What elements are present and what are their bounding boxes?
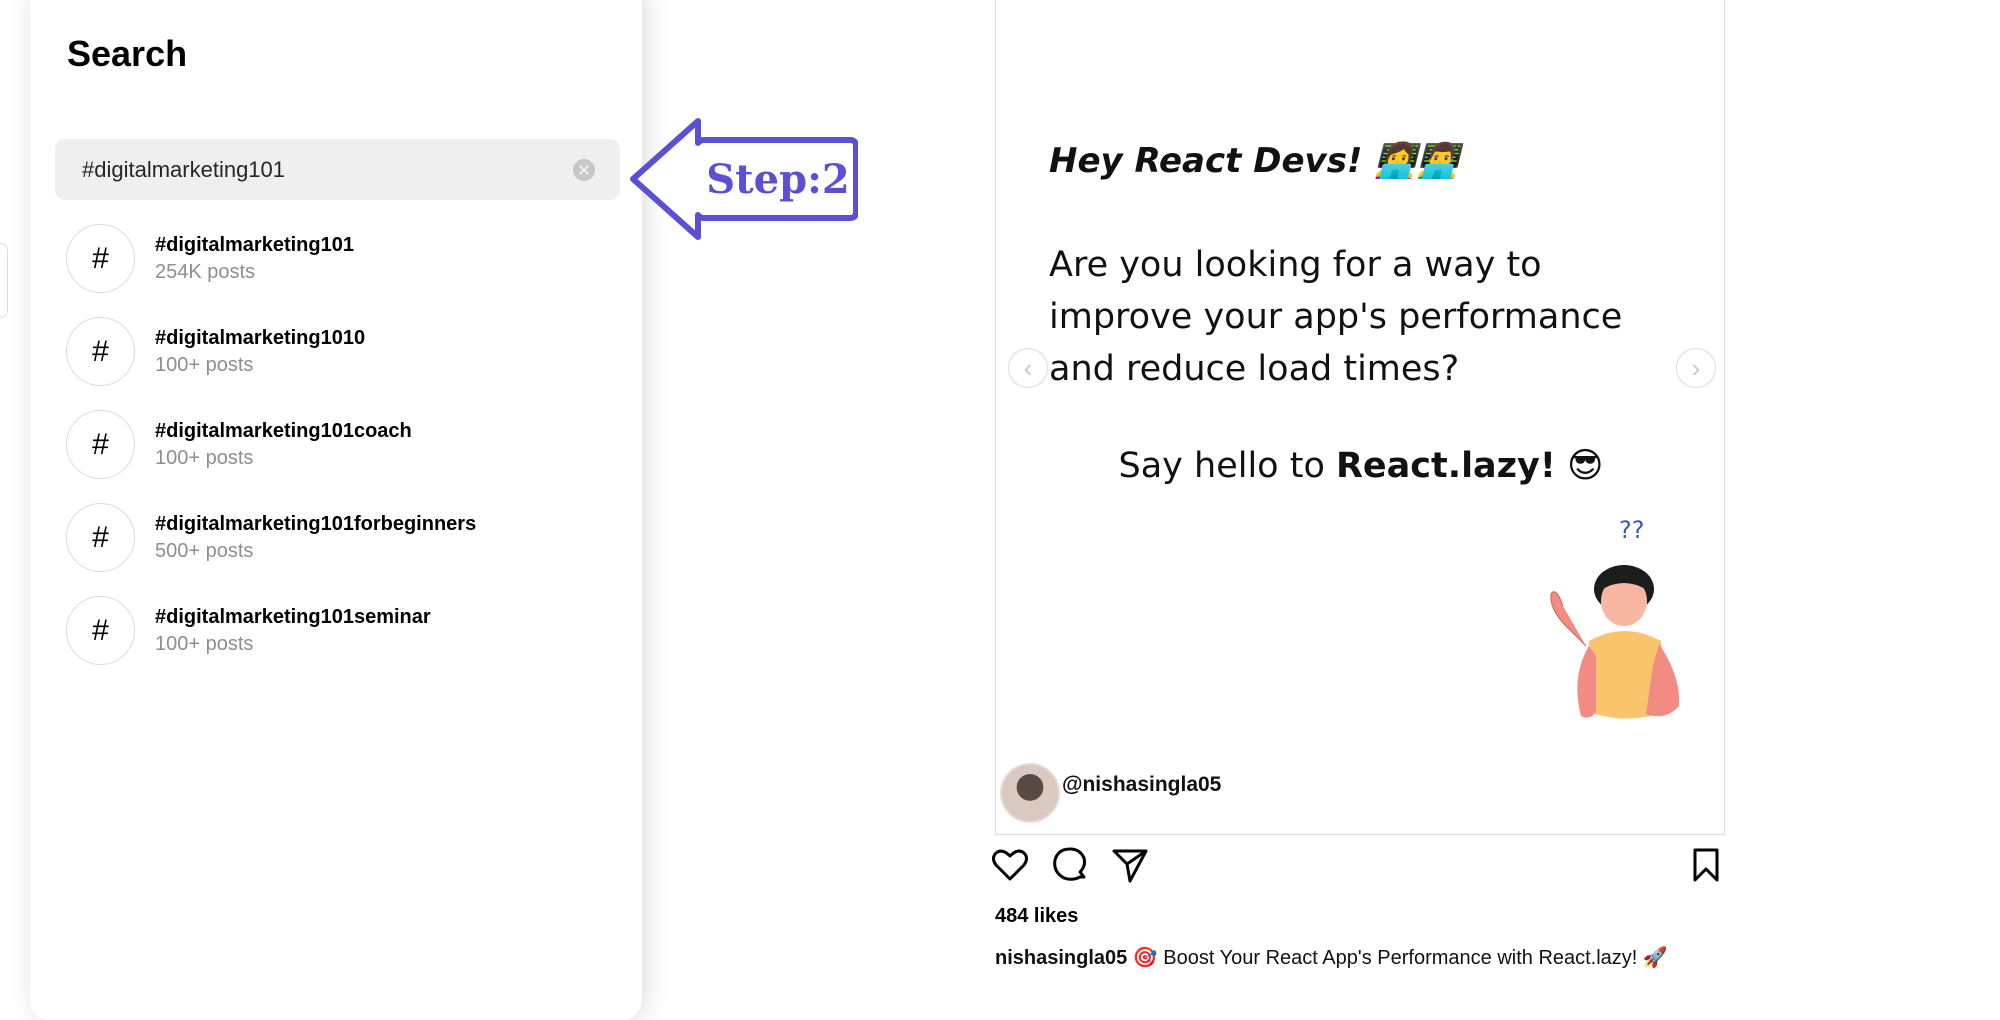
search-results: # #digitalmarketing101 254K posts # #dig… (66, 212, 626, 677)
result-count: 100+ posts (155, 446, 254, 469)
heart-icon[interactable] (990, 845, 1030, 885)
result-tag: #digitalmarketing1010 (155, 326, 366, 349)
bookmark-icon[interactable] (1686, 845, 1726, 885)
search-input[interactable] (80, 139, 573, 200)
hashtag-icon: # (66, 503, 135, 572)
search-title: Search (67, 33, 188, 74)
share-icon[interactable] (1110, 845, 1150, 885)
post-author-handle: @nishasingla05 (1062, 773, 1222, 796)
step-label: Step:2 (706, 156, 849, 203)
search-result-item[interactable]: # #digitalmarketing101forbeginners 500+ … (66, 491, 626, 584)
post-body-text: Are you looking for a way to improve you… (1049, 245, 1623, 389)
caption-username[interactable]: nishasingla05 (995, 947, 1127, 969)
step-annotation-arrow: Step:2 (630, 118, 858, 240)
search-panel: Search # #digitalmarketing101 254K posts… (30, 0, 642, 1020)
hello-prefix: Say hello to (1118, 446, 1336, 486)
post-heading: Hey React Devs! 👩‍💻👨‍💻 (1049, 141, 1459, 181)
search-result-item[interactable]: # #digitalmarketing1010 100+ posts (66, 305, 626, 398)
hashtag-icon: # (66, 317, 135, 386)
result-count: 100+ posts (155, 353, 254, 376)
post-action-bar (990, 845, 1730, 889)
search-box[interactable] (55, 139, 620, 200)
post-image[interactable]: Hey React Devs! 👩‍💻👨‍💻 Are you looking f… (995, 0, 1725, 835)
search-result-item[interactable]: # #digitalmarketing101coach 100+ posts (66, 398, 626, 491)
search-result-item[interactable]: # #digitalmarketing101 254K posts (66, 212, 626, 305)
result-count: 500+ posts (155, 539, 254, 562)
caption-text: 🎯 Boost Your React App's Performance wit… (1132, 947, 1668, 969)
hashtag-icon: # (66, 596, 135, 665)
question-marks: ?? (1619, 516, 1644, 544)
sidebar-edge (0, 243, 8, 318)
result-count: 254K posts (155, 260, 256, 283)
hashtag-icon: # (66, 410, 135, 479)
comment-icon[interactable] (1050, 845, 1090, 885)
likes-count[interactable]: 484 likes (995, 905, 1078, 928)
post-author-avatar[interactable] (1000, 763, 1060, 823)
carousel-next-button[interactable]: › (1676, 348, 1716, 388)
result-tag: #digitalmarketing101forbeginners (155, 512, 477, 535)
clear-icon[interactable] (573, 158, 595, 181)
hashtag-icon: # (66, 224, 135, 293)
result-tag: #digitalmarketing101 (155, 233, 354, 256)
confused-boy-illustration: ?? (1550, 516, 1680, 719)
result-tag: #digitalmarketing101coach (155, 419, 412, 442)
search-result-item[interactable]: # #digitalmarketing101seminar 100+ posts (66, 584, 626, 677)
sunglasses-emoji: 😎 (1566, 446, 1604, 486)
carousel-prev-button[interactable]: ‹ (1008, 348, 1048, 388)
hello-bold: React.lazy! (1335, 446, 1556, 486)
post-caption: nishasingla05 🎯 Boost Your React App's P… (995, 944, 1735, 972)
result-tag: #digitalmarketing101seminar (155, 605, 431, 628)
post-hello-line: Say hello to React.lazy! 😎 (996, 446, 1724, 486)
result-count: 100+ posts (155, 632, 254, 655)
